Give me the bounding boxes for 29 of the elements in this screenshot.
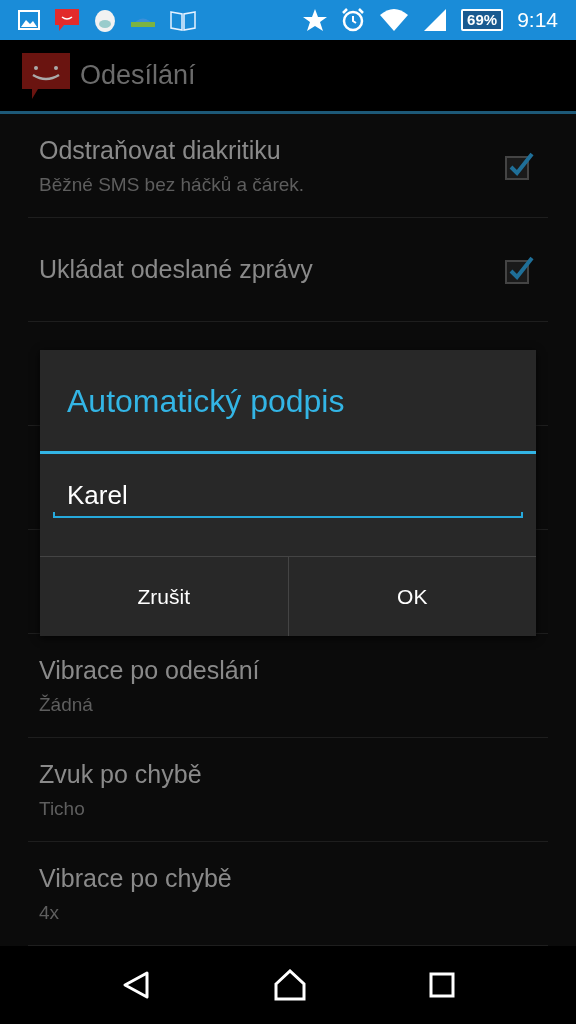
checkbox[interactable]	[504, 150, 534, 181]
battery-indicator: 69%	[461, 9, 504, 31]
dialog-button[interactable]: OK	[287, 557, 536, 636]
home-icon[interactable]	[273, 969, 307, 1001]
message-icon	[54, 8, 80, 32]
dialog-title: Automatický podpis	[67, 381, 345, 421]
wifi-icon	[379, 7, 410, 33]
signal-icon	[423, 8, 448, 32]
dialog-button[interactable]: Zrušit	[40, 557, 288, 636]
recents-icon[interactable]	[429, 972, 455, 998]
signature-field[interactable]: Karel	[53, 474, 523, 518]
app-logo-icon	[20, 50, 72, 101]
setting-summary: 4x	[39, 901, 61, 925]
setting-summary: Ticho	[39, 797, 86, 821]
setting-summary: Běžné SMS bez háčků a čárek.	[39, 173, 306, 197]
star-icon	[303, 9, 328, 31]
alarm-icon	[341, 8, 366, 32]
setting-title: Zvuk po chybě	[39, 758, 203, 790]
setting-title: Odstraňovat diakritiku	[39, 134, 282, 166]
screen-title: Odesílání	[80, 59, 196, 93]
setting-title: Ukládat odeslané zprávy	[39, 253, 314, 285]
checkbox[interactable]	[504, 254, 534, 285]
clock: 9:14	[517, 7, 558, 34]
book-icon	[170, 9, 196, 31]
setting-title: Vibrace po odeslání	[39, 654, 261, 686]
setting-title: Vibrace po chybě	[39, 862, 233, 894]
picture-icon	[18, 10, 40, 30]
back-icon[interactable]	[121, 970, 151, 1000]
setting-summary: Žádná	[39, 693, 94, 717]
